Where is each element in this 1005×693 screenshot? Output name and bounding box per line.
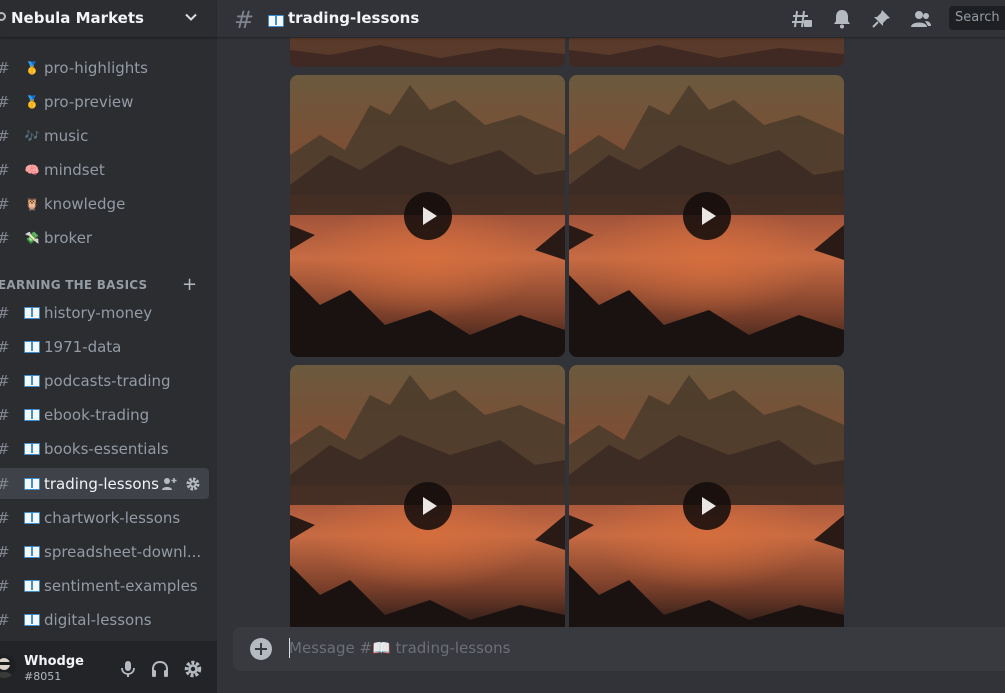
hash-icon: #	[0, 304, 11, 322]
headphones-icon[interactable]	[150, 659, 170, 679]
server-header[interactable]: Nebula Markets	[0, 0, 217, 38]
member-list-icon[interactable]	[910, 8, 932, 30]
channel-title: trading-lessons	[288, 9, 420, 27]
channel-name: podcasts-trading	[44, 371, 171, 390]
channel-broker[interactable]: # 💸 broker	[0, 222, 209, 253]
channel-name: pro-highlights	[44, 58, 148, 77]
channel-pro-highlights[interactable]: # 🥇 pro-highlights	[0, 52, 209, 83]
channel-name: trading-lessons	[44, 474, 159, 493]
hash-icon: #	[0, 338, 11, 356]
hash-icon: #	[0, 127, 11, 145]
channel-name: history-money	[44, 303, 153, 322]
username: Whodge	[24, 654, 84, 669]
microphone-icon[interactable]	[118, 659, 138, 679]
settings-gear-icon[interactable]	[183, 659, 203, 679]
hash-icon: #	[0, 93, 11, 111]
hash-icon: #	[0, 440, 11, 458]
add-channel-icon[interactable]: +	[182, 276, 197, 294]
chevron-down-icon[interactable]	[184, 10, 198, 24]
play-icon[interactable]	[682, 482, 731, 531]
hash-icon: #	[0, 161, 11, 179]
channel-name: pro-preview	[44, 92, 134, 111]
channel-trading-lessons[interactable]: # trading-lessons	[0, 468, 209, 499]
channel-1971-data[interactable]: # 1971-data	[0, 331, 209, 362]
channel-pro-preview[interactable]: # 🥇 pro-preview	[0, 86, 209, 117]
channel-emoji: 🥇	[24, 94, 40, 109]
channel-digital-lessons[interactable]: # digital-lessons	[0, 604, 209, 635]
book-icon	[268, 12, 284, 31]
category-header[interactable]: EARNING THE BASICS +	[0, 276, 210, 294]
book-icon	[23, 544, 41, 560]
channel-emoji: 🦉	[24, 196, 40, 211]
channel-podcasts-trading[interactable]: # podcasts-trading	[0, 365, 209, 396]
book-icon	[23, 612, 41, 628]
hash-icon: #	[0, 475, 11, 493]
threads-icon[interactable]	[791, 8, 813, 30]
server-name: Nebula Markets	[11, 9, 144, 27]
message-composer: Message #📖 trading-lessons	[233, 627, 1005, 671]
channel-emoji: 🎶	[24, 128, 40, 143]
play-icon[interactable]	[682, 192, 731, 240]
category-label: EARNING THE BASICS	[0, 278, 148, 292]
channel-emoji: 🥇	[24, 60, 40, 75]
play-icon[interactable]	[403, 192, 452, 240]
hash-icon: #	[234, 6, 255, 34]
book-icon	[23, 476, 41, 492]
server-status-icon	[0, 12, 6, 21]
channel-name: music	[44, 126, 89, 145]
channel-sentiment-examples[interactable]: # sentiment-examples	[0, 570, 209, 601]
channel-name: sentiment-examples	[44, 576, 198, 595]
channel-name: books-essentials	[44, 439, 169, 458]
book-icon	[23, 373, 41, 389]
channel-name: digital-lessons	[44, 610, 152, 629]
message-input[interactable]: Message #📖 trading-lessons	[289, 639, 510, 657]
hash-icon: #	[0, 611, 11, 629]
channel-name: knowledge	[44, 194, 126, 213]
channel-mindset[interactable]: # 🧠 mindset	[0, 154, 209, 185]
channel-music[interactable]: # 🎶 music	[0, 120, 209, 151]
hash-icon: #	[0, 509, 11, 527]
channel-spreadsheet-downloads[interactable]: # spreadsheet-downl...	[0, 536, 209, 567]
pin-icon[interactable]	[870, 8, 892, 30]
channel-name: chartwork-lessons	[44, 508, 181, 527]
hash-icon: #	[0, 372, 11, 390]
video-attachment[interactable]	[290, 365, 565, 627]
user-tag: #8051	[24, 670, 62, 683]
channel-knowledge[interactable]: # 🦉 knowledge	[0, 188, 209, 219]
channel-name: 1971-data	[44, 337, 122, 356]
channel-name: ebook-trading	[44, 405, 150, 424]
channel-sidebar: Nebula Markets # 🥇 pro-highlights # 🥇 pr…	[0, 0, 217, 693]
book-icon	[23, 510, 41, 526]
channel-history-money[interactable]: # history-money	[0, 297, 209, 328]
channel-name: spreadsheet-downl...	[44, 542, 202, 561]
channel-emoji: 💸	[24, 230, 40, 245]
add-attachment-icon[interactable]	[250, 638, 272, 660]
channel-books-essentials[interactable]: # books-essentials	[0, 433, 209, 464]
video-attachment[interactable]	[569, 75, 844, 357]
hash-icon: #	[0, 195, 11, 213]
video-attachment[interactable]	[290, 75, 565, 357]
book-icon	[23, 441, 41, 457]
channel-header: # trading-lessons Search	[217, 0, 1005, 38]
channel-name: broker	[44, 228, 93, 247]
play-icon[interactable]	[403, 482, 452, 531]
channel-chartwork-lessons[interactable]: # chartwork-lessons	[0, 502, 209, 533]
channel-ebook-trading[interactable]: # ebook-trading	[0, 399, 209, 430]
hash-icon: #	[0, 406, 11, 424]
hash-icon: #	[0, 577, 11, 595]
book-icon	[23, 305, 41, 321]
channel-emoji: 🧠	[24, 162, 40, 177]
search-input[interactable]: Search	[949, 6, 1005, 30]
book-icon	[23, 339, 41, 355]
hash-icon: #	[0, 59, 11, 77]
invite-member-icon[interactable]	[161, 476, 177, 492]
video-attachment[interactable]	[569, 365, 844, 627]
book-icon	[23, 578, 41, 594]
hash-icon: #	[0, 229, 11, 247]
gear-icon[interactable]	[185, 476, 201, 492]
hash-icon: #	[0, 543, 11, 561]
channel-name: mindset	[44, 160, 105, 179]
bell-icon[interactable]	[831, 8, 853, 30]
book-icon	[23, 407, 41, 423]
